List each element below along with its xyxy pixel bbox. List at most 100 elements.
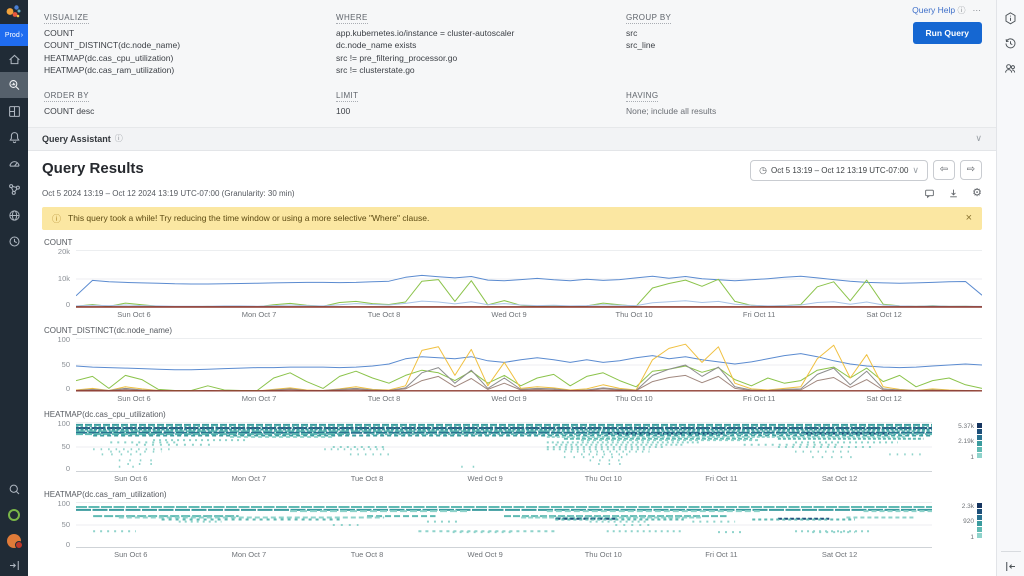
legend-color-swatch <box>977 533 982 538</box>
status-ring-icon <box>8 509 20 521</box>
time-range-selector[interactable]: ◷ Oct 5 13:19 – Oct 12 13:19 UTC-07:00 ∨ <box>750 160 928 181</box>
having-item[interactable]: None; include all results <box>626 105 982 117</box>
boards-nav-icon[interactable] <box>0 98 28 124</box>
x-axis-tick-label: Mon Oct 7 <box>232 474 267 483</box>
visualize-item[interactable]: HEATMAP(dc.cas_ram_utilization) <box>44 64 336 76</box>
where-clause[interactable]: dc.node_name exists <box>336 39 626 51</box>
y-axis-tick-label: 0 <box>66 464 70 473</box>
activity-history-nav-icon[interactable] <box>0 228 28 254</box>
run-query-button[interactable]: Run Query <box>913 22 982 44</box>
y-axis-tick-label: 10k <box>58 274 70 283</box>
heatmap-legend: 5.37k 2.19k 1 <box>932 422 982 483</box>
x-axis-tick-label: Fri Oct 11 <box>705 550 737 559</box>
legend-mid-value: 2.19k <box>958 438 974 445</box>
slo-nav-icon[interactable] <box>0 150 28 176</box>
y-axis-tick-label: 20k <box>58 247 70 256</box>
visualize-item[interactable]: COUNT <box>44 27 336 39</box>
query-help-link[interactable]: Query Help ⓘ <box>912 5 965 16</box>
honeycomb-logo-icon[interactable] <box>0 0 28 24</box>
previous-window-icon: ⇦ <box>940 164 948 175</box>
limit-label: LIMIT <box>336 91 358 102</box>
order-by-item[interactable]: COUNT desc <box>44 105 336 117</box>
help-info-icon: ⓘ <box>958 6 966 15</box>
visualize-section[interactable]: VISUALIZE COUNT COUNT_DISTINCT(dc.node_n… <box>44 7 336 76</box>
where-clause[interactable]: src != clusterstate.go <box>336 64 626 76</box>
query-history-icon[interactable] <box>997 31 1024 56</box>
right-sidebar <box>996 0 1024 576</box>
x-axis-tick-label: Sun Oct 6 <box>114 474 147 483</box>
chart-title: HEATMAP(dc.cas_cpu_utilization) <box>44 410 982 419</box>
next-window-button[interactable]: ⇨ <box>960 160 982 180</box>
legend-color-swatch <box>977 521 982 526</box>
right-sidebar-divider <box>1001 551 1021 552</box>
x-axis-tick-label: Tue Oct 8 <box>351 550 384 559</box>
assistant-info-icon: ⓘ <box>115 133 123 144</box>
team-activity-icon[interactable] <box>997 56 1024 81</box>
where-label: WHERE <box>336 13 368 24</box>
visualize-item[interactable]: HEATMAP(dc.cas_cpu_utilization) <box>44 52 336 64</box>
x-axis-tick-label: Wed Oct 9 <box>491 310 526 319</box>
download-icon[interactable] <box>948 188 959 199</box>
visualize-item[interactable]: COUNT_DISTINCT(dc.node_name) <box>44 39 336 51</box>
environment-selector[interactable]: Prod › <box>0 24 28 46</box>
query-nav-icon[interactable] <box>0 72 28 98</box>
x-axis-tick-label: Thu Oct 10 <box>616 394 653 403</box>
assistant-chevron-down-icon[interactable]: ∨ <box>975 133 982 144</box>
chart-canvas <box>76 338 982 392</box>
x-axis-tick-label: Wed Oct 9 <box>468 550 503 559</box>
legend-max-value: 2.3k <box>962 503 974 510</box>
heatmap-plot[interactable] <box>76 422 932 472</box>
query-assistant-bar[interactable]: Query Assistant ⓘ ∨ <box>28 128 996 151</box>
slow-query-warning-banner: ⓘ This query took a while! Try reducing … <box>42 207 982 230</box>
y-axis-tick-label: 50 <box>62 442 70 451</box>
y-axis: 050100 <box>42 338 76 392</box>
search-icon[interactable] <box>0 476 28 502</box>
comment-icon[interactable] <box>924 188 935 199</box>
line-plot[interactable] <box>76 338 982 392</box>
legend-color-swatch <box>977 527 982 532</box>
x-axis-tick-label: Thu Oct 10 <box>585 474 622 483</box>
line-plot[interactable] <box>76 250 982 308</box>
x-axis-tick-label: Wed Oct 9 <box>491 394 526 403</box>
legend-color-swatch <box>977 453 982 458</box>
previous-window-button[interactable]: ⇦ <box>933 160 955 180</box>
gear-icon[interactable]: ⚙ <box>972 188 982 199</box>
where-clause[interactable]: app.kubernetes.io/instance = cluster-aut… <box>336 27 626 39</box>
collapse-panel-icon[interactable] <box>997 556 1024 576</box>
order-by-section[interactable]: ORDER BY COUNT desc <box>44 85 336 117</box>
where-section[interactable]: WHERE app.kubernetes.io/instance = clust… <box>336 7 626 76</box>
legend-color-swatch <box>977 503 982 508</box>
chart-canvas <box>76 502 932 548</box>
user-avatar[interactable] <box>0 528 28 554</box>
warning-text: This query took a while! Try reducing th… <box>68 213 959 223</box>
legend-color-swatch <box>977 429 982 434</box>
legend-color-swatch <box>977 435 982 440</box>
x-axis-tick-label: Tue Oct 8 <box>368 394 401 403</box>
heatmap-plot[interactable] <box>76 502 932 548</box>
y-axis-tick-label: 0 <box>66 540 70 549</box>
legend-color-scale <box>977 503 982 559</box>
chart-title: COUNT_DISTINCT(dc.node_name) <box>44 326 982 335</box>
x-axis: Sun Oct 6Mon Oct 7Tue Oct 8Wed Oct 9Thu … <box>76 308 982 319</box>
collapse-sidebar-icon[interactable] <box>0 554 28 576</box>
datasets-globe-nav-icon[interactable] <box>0 202 28 228</box>
where-clause[interactable]: src != pre_filtering_processor.go <box>336 52 626 64</box>
query-overflow-menu-icon[interactable]: ⋯ <box>973 5 983 16</box>
limit-item[interactable]: 100 <box>336 105 626 117</box>
y-axis: 050100 <box>42 502 76 548</box>
legend-mid-value: 920 <box>963 518 974 525</box>
limit-section[interactable]: LIMIT 100 <box>336 85 626 117</box>
home-nav-icon[interactable] <box>0 46 28 72</box>
query-info-icon[interactable] <box>997 6 1024 31</box>
y-axis-tick-label: 0 <box>66 384 70 393</box>
status-indicator[interactable] <box>0 502 28 528</box>
query-assistant-label: Query Assistant <box>42 134 111 144</box>
service-map-nav-icon[interactable] <box>0 176 28 202</box>
triggers-bell-nav-icon[interactable] <box>0 124 28 150</box>
query-builder-panel: Query Help ⓘ ⋯ Run Query VISUALIZE COUNT… <box>28 0 996 128</box>
x-axis-tick-label: Tue Oct 8 <box>368 310 401 319</box>
having-section[interactable]: HAVING None; include all results <box>626 85 982 117</box>
charts-area: COUNT 010k20k Sun Oct 6Mon Oct 7Tue Oct … <box>28 236 996 566</box>
close-warning-icon[interactable]: × <box>966 213 972 224</box>
page-title: Query Results <box>42 160 144 177</box>
